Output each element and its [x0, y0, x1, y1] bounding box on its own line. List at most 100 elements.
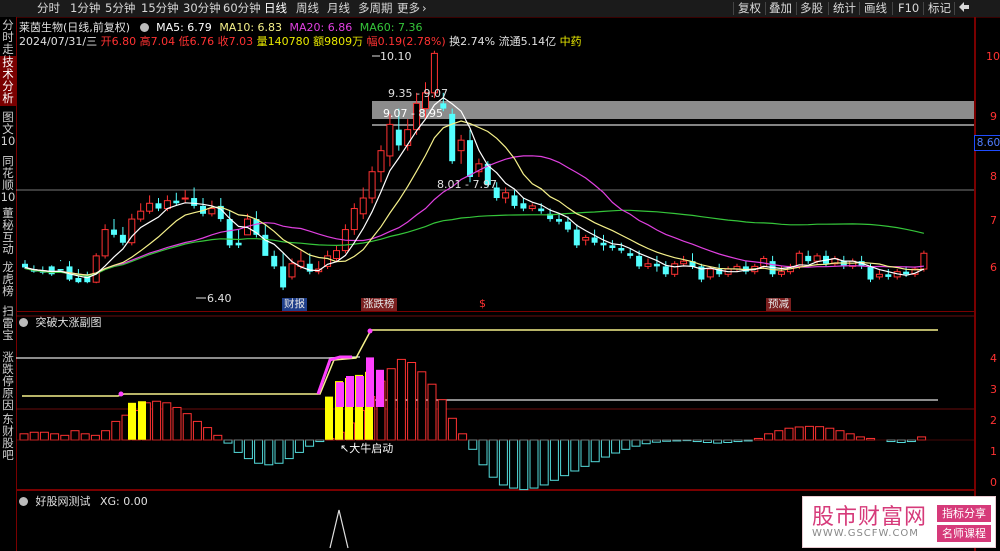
hist-bar [529, 439, 539, 489]
candle-body [288, 263, 296, 278]
settings-circle-icon[interactable] [19, 497, 28, 506]
event-tag-forecast[interactable]: 预减 [766, 298, 791, 311]
event-tag-ranking[interactable]: 涨跌榜 [361, 298, 397, 311]
hist-bar [917, 436, 927, 441]
hist-bar [427, 383, 437, 441]
magenta-bar [376, 369, 384, 407]
hist-bar [641, 439, 651, 445]
candle-body [181, 197, 189, 200]
candle-body [618, 247, 625, 251]
candle-body [564, 221, 571, 230]
magenta-dot [118, 391, 124, 397]
candle-body [350, 208, 358, 231]
candle-body [377, 150, 385, 173]
hist-bar [162, 402, 172, 441]
hist-bar [488, 439, 498, 478]
hist-bar [723, 439, 733, 443]
hist-bar [70, 430, 80, 441]
hist-bar [233, 439, 243, 453]
candle-body [119, 234, 126, 243]
indicator2-header: 好股网测试 XG: 0.00 [19, 493, 148, 509]
hist-bar [417, 371, 427, 441]
ind1-tick: 4 [990, 352, 997, 365]
candle-body [449, 113, 456, 162]
candle-body [75, 277, 82, 283]
hist-bar [621, 439, 631, 450]
hist-bar [437, 399, 447, 441]
hist-bar [468, 439, 478, 450]
hist-bar [651, 439, 661, 443]
chart-canvas[interactable] [0, 0, 1000, 551]
hist-bar [845, 433, 855, 441]
gap-band [372, 101, 974, 119]
indicator1-name[interactable]: 突破大涨副图 [36, 316, 102, 329]
hist-bar [784, 427, 794, 441]
hist-bar [611, 439, 621, 454]
candle-body [191, 198, 198, 206]
candle-body [528, 205, 536, 210]
hist-bar [203, 427, 213, 441]
settings-circle-icon[interactable] [19, 318, 28, 327]
hist-bar [825, 427, 835, 441]
candle-body [137, 210, 145, 220]
hist-bar [631, 439, 641, 447]
price-tick: 6 [990, 261, 997, 274]
hist-bar [223, 439, 233, 444]
indicator2-value: XG: 0.00 [100, 495, 148, 508]
candle-body [92, 255, 100, 283]
candle-body [778, 271, 785, 275]
event-tag-report[interactable]: 财报 [282, 298, 307, 311]
watermark-tag-course[interactable]: 名师课程 [937, 525, 991, 542]
indicator1-header: 突破大涨副图 [19, 314, 102, 330]
hist-bar [294, 439, 304, 453]
hist-bar [264, 439, 274, 466]
candle-body [280, 266, 287, 288]
candle-body [885, 274, 892, 277]
hist-bar [447, 417, 457, 441]
magenta-bar [336, 382, 344, 407]
hist-bar [274, 439, 284, 464]
candle-body [467, 140, 473, 177]
candle-body [644, 263, 652, 267]
candle-body [48, 266, 55, 275]
candle-body [235, 242, 242, 246]
hist-bar [600, 439, 610, 458]
ind1-tick: 0 [990, 476, 997, 489]
hist-bar [896, 439, 906, 443]
candle-body [573, 229, 580, 246]
candle-body [502, 192, 510, 199]
hist-bar [560, 439, 570, 477]
candle-body [111, 229, 117, 235]
candle-body [875, 273, 883, 278]
candle-body [653, 263, 660, 267]
hist-bar [284, 439, 294, 460]
hist-bar [478, 439, 488, 466]
candle-body [636, 255, 643, 267]
hist-bar [835, 430, 845, 441]
hist-bar [519, 439, 529, 491]
candle-body [146, 202, 154, 212]
hist-bar [305, 439, 315, 447]
gap-label-2: 9.07 - 8.95 [383, 107, 443, 120]
hist-bar [570, 439, 580, 472]
current-price-label: 8.60 [974, 135, 1000, 151]
candle-body [22, 263, 28, 268]
hist-bar [80, 433, 90, 441]
magenta-bar [366, 357, 374, 407]
candle-body [903, 271, 910, 275]
event-tag-dividend[interactable]: $ [479, 297, 486, 310]
indicator2-name[interactable]: 好股网测试 [36, 495, 91, 508]
candle-body [671, 263, 679, 275]
hist-bar [549, 439, 559, 481]
magenta-bar [356, 376, 364, 407]
hist-bar [386, 368, 396, 441]
candle-body [359, 197, 367, 215]
candle-body [556, 219, 562, 222]
price-tick: 9 [990, 110, 997, 123]
hist-bar [60, 434, 70, 441]
candle-body [600, 242, 607, 246]
candle-body [511, 195, 518, 206]
hist-bar [804, 425, 814, 441]
candle-body [627, 253, 634, 256]
watermark-tag-indicator[interactable]: 指标分享 [937, 505, 991, 522]
